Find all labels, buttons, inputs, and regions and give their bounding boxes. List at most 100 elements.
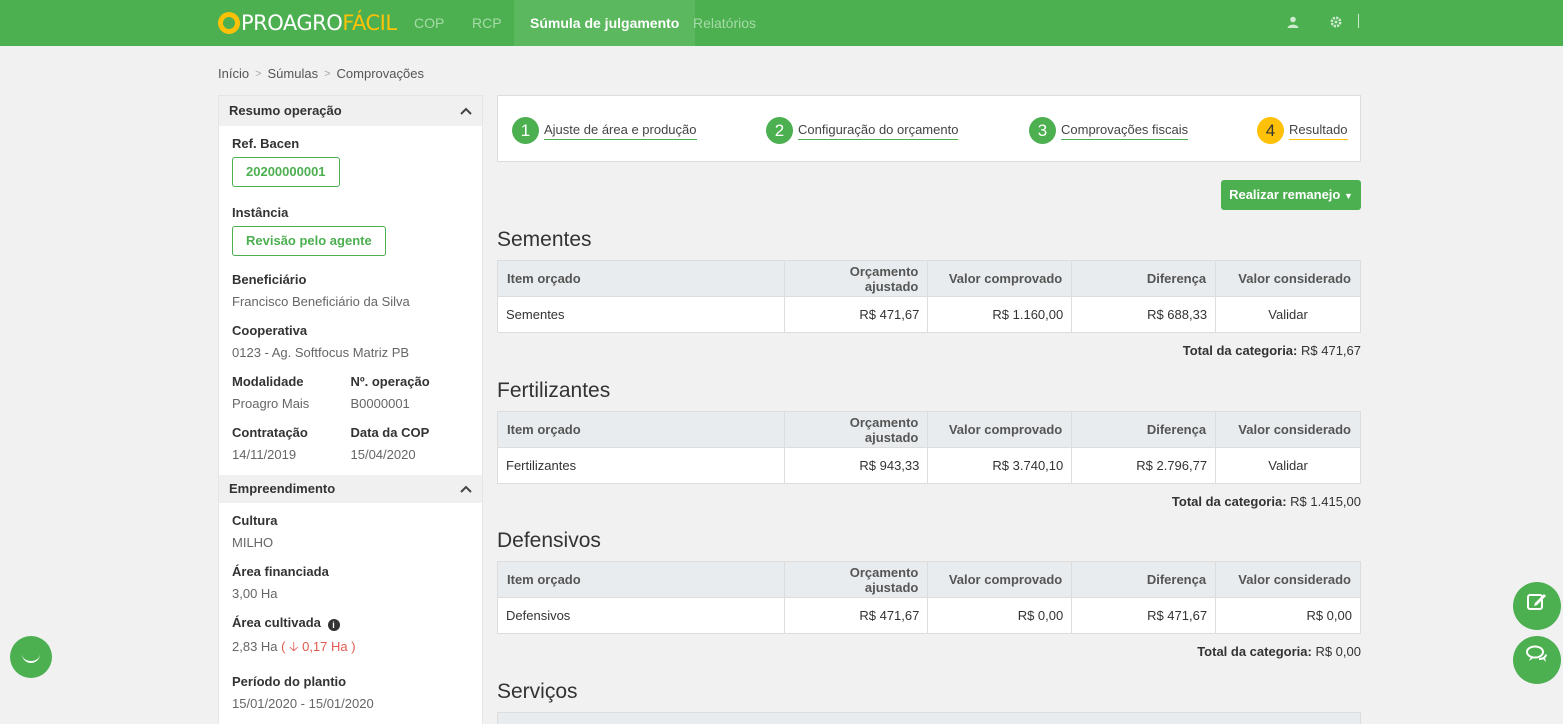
validar-link[interactable]: Validar <box>1215 296 1361 333</box>
cell-item: Defensivos <box>497 597 785 634</box>
nav-link-sumula[interactable]: Súmula de julgamento <box>514 0 696 46</box>
step-configuracao[interactable]: 2 Configuração do orçamento <box>766 117 959 144</box>
step-label: Comprovações fiscais <box>1061 122 1189 140</box>
table-header-row: Item orçado Orçamento ajustado Valor com… <box>497 561 1361 598</box>
ref-bacen-button[interactable]: 20200000001 <box>232 157 340 187</box>
nav-link-cop[interactable]: COP <box>414 0 444 46</box>
top-navbar: PROAGROFÁCIL COP RCP Súmula de julgament… <box>0 0 1563 46</box>
operacao-value: B0000001 <box>350 396 410 411</box>
cell-diferenca: R$ 2.796,77 <box>1071 447 1217 484</box>
col-orcamento: Orçamento ajustado <box>783 411 929 448</box>
operacao-label: Nº. operação <box>350 374 430 389</box>
cell-comprovado: R$ 3.740,10 <box>927 447 1073 484</box>
chat-button[interactable] <box>1513 636 1561 684</box>
instancia-field: Instância Revisão pelo agente <box>219 205 482 256</box>
table-header-row: Item orçado Orçamento ajustado Valor com… <box>497 260 1361 297</box>
periodo-plantio-label: Período do plantio <box>232 674 347 689</box>
beneficiario-value: Francisco Beneficiário da Silva <box>232 294 410 309</box>
logo-text-accent: FÁCIL <box>342 11 397 35</box>
beneficiario-label: Beneficiário <box>232 272 307 287</box>
breadcrumb-separator: > <box>324 68 331 80</box>
chevron-up-icon[interactable] <box>460 475 472 503</box>
validar-link[interactable]: Validar <box>1215 447 1361 484</box>
caret-down-icon: ▼ <box>1343 191 1353 201</box>
ref-bacen-field: Ref. Bacen 20200000001 <box>219 136 482 187</box>
step-number: 1 <box>512 117 539 144</box>
contratacao-value: 14/11/2019 <box>232 447 297 462</box>
total-sementes: Total da categoria: R$ 471,67 <box>1182 343 1361 358</box>
nav-link-relatorios[interactable]: Relatórios <box>693 0 756 46</box>
cell-considerado: R$ 0,00 <box>1215 597 1361 634</box>
periodo-plantio-value: 15/01/2020 - 15/01/2020 <box>232 696 374 711</box>
section-title-defensivos: Defensivos <box>497 529 601 552</box>
table-sementes: Item orçado Orçamento ajustado Valor com… <box>497 260 1361 333</box>
user-icon[interactable] <box>1287 16 1299 28</box>
logo-text-main: PROAGRO <box>241 11 343 35</box>
empreendimento-header[interactable]: Empreendimento <box>219 475 482 503</box>
chevron-up-icon[interactable] <box>460 96 472 126</box>
wizard-steps: 1 Ajuste de área e produção 2 Configuraç… <box>497 95 1361 162</box>
step-number: 3 <box>1029 117 1056 144</box>
area-financiada-field: Área financiada 3,00 Ha <box>219 564 482 601</box>
col-orcamento: Orçamento ajustado <box>783 561 929 598</box>
area-cultivada-field: Área cultivada i 2,83 Ha ( 🡣 0,17 Ha ) <box>232 615 356 654</box>
summary-panel: Resumo operação Ref. Bacen 20200000001 I… <box>218 95 483 724</box>
cell-comprovado: R$ 1.160,00 <box>927 296 1073 333</box>
col-considerado: Valor considerado <box>1215 411 1361 448</box>
data-cop-value: 15/04/2020 <box>350 447 416 462</box>
breadcrumb-inicio[interactable]: Início <box>218 66 249 82</box>
col-diferenca: Diferença <box>1071 561 1217 598</box>
contratacao-cop-row: Contratação 14/11/2019 Data da COP 15/04… <box>219 425 482 462</box>
cultura-label: Cultura <box>232 513 278 528</box>
step-number: 2 <box>766 117 793 144</box>
cell-diferenca: R$ 688,33 <box>1071 296 1217 333</box>
table-servicos <box>497 712 1361 724</box>
breadcrumb: Início > Súmulas > Comprovações <box>218 66 424 82</box>
instancia-label: Instância <box>232 205 289 220</box>
table-row: Defensivos R$ 471,67 R$ 0,00 R$ 471,67 R… <box>497 597 1361 634</box>
data-cop-label: Data da COP <box>350 425 430 440</box>
step-number: 4 <box>1257 117 1284 144</box>
info-icon[interactable]: i <box>327 619 340 631</box>
cultura-field: Cultura MILHO <box>219 513 482 550</box>
realizar-remanejo-button[interactable]: Realizar remanejo ▼ <box>1221 180 1361 210</box>
logo-leaf-icon <box>218 12 240 34</box>
resumo-header[interactable]: Resumo operação <box>219 96 482 126</box>
step-resultado[interactable]: 4 Resultado <box>1257 117 1348 144</box>
area-cultivada-label: Área cultivada <box>232 615 321 630</box>
feedback-button[interactable] <box>1513 582 1561 630</box>
comments-icon <box>1526 645 1547 662</box>
cell-diferenca: R$ 471,67 <box>1071 597 1217 634</box>
total-fertilizantes: Total da categoria: R$ 1.415,00 <box>1171 494 1361 509</box>
breadcrumb-comprovacoes: Comprovações <box>336 66 424 81</box>
col-comprovado: Valor comprovado <box>927 260 1073 297</box>
cell-orcamento: R$ 471,67 <box>783 296 929 333</box>
area-financiada-label: Área financiada <box>232 564 329 579</box>
table-defensivos: Item orçado Orçamento ajustado Valor com… <box>497 561 1361 634</box>
chat-widget-button[interactable] <box>10 636 52 678</box>
col-item: Item orçado <box>497 260 785 297</box>
col-comprovado: Valor comprovado <box>927 561 1073 598</box>
cooperativa-field: Cooperativa 0123 - Ag. Softfocus Matriz … <box>219 323 482 360</box>
table-fertilizantes: Item orçado Orçamento ajustado Valor com… <box>497 411 1361 484</box>
instancia-button[interactable]: Revisão pelo agente <box>232 226 386 256</box>
gear-icon[interactable] <box>1330 16 1342 28</box>
periodo-plantio-field: Período do plantio 15/01/2020 - 15/01/20… <box>219 674 482 711</box>
section-title-servicos: Serviços <box>497 680 578 703</box>
area-financiada-value: 3,00 Ha <box>232 586 278 601</box>
cell-orcamento: R$ 943,33 <box>783 447 929 484</box>
app-logo[interactable]: PROAGROFÁCIL <box>218 9 397 37</box>
cooperativa-value: 0123 - Ag. Softfocus Matriz PB <box>232 345 410 360</box>
area-cultivada-diff: 0,17 Ha <box>302 639 348 654</box>
breadcrumb-sumulas[interactable]: Súmulas <box>268 66 319 82</box>
nav-link-rcp[interactable]: RCP <box>472 0 502 46</box>
col-considerado: Valor considerado <box>1215 561 1361 598</box>
step-comprovacoes[interactable]: 3 Comprovações fiscais <box>1029 117 1189 144</box>
arrow-down-icon: 🡣 <box>289 639 299 654</box>
table-header-row: Item orçado Orçamento ajustado Valor com… <box>497 411 1361 448</box>
step-label: Configuração do orçamento <box>798 122 959 140</box>
step-label: Ajuste de área e produção <box>544 122 697 140</box>
step-ajuste[interactable]: 1 Ajuste de área e produção <box>512 117 697 144</box>
area-cultivada-value: 2,83 Ha <box>232 639 278 654</box>
nav-divider <box>1358 14 1359 28</box>
